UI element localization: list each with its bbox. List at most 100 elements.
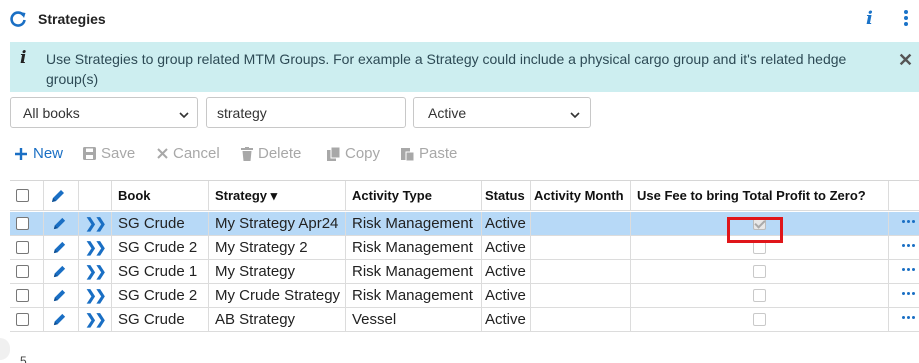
table-row[interactable]: ❯❯ SG Crude 2 My Crude Strategy Risk Manage… [10, 284, 919, 308]
row-select-cell [10, 260, 44, 283]
refresh-icon[interactable] [8, 9, 28, 29]
cell-strategy[interactable]: My Crude Strategy [209, 284, 346, 307]
use-fee-checkbox[interactable] [753, 265, 766, 278]
row-more-icon[interactable] [902, 244, 915, 247]
row-checkbox[interactable] [16, 217, 29, 230]
cell-activity-month[interactable] [531, 212, 631, 235]
pencil-icon[interactable] [52, 240, 67, 255]
column-header-activity-month[interactable]: Activity Month [531, 181, 631, 210]
column-header-status[interactable]: Status [482, 181, 531, 210]
table-row[interactable]: ❯❯ SG Crude 1 My Strategy Risk Management Ac… [10, 260, 919, 284]
column-header-activity-type[interactable]: Activity Type [346, 181, 482, 210]
use-fee-checkbox[interactable] [753, 313, 766, 326]
pencil-icon[interactable] [52, 216, 67, 231]
save-button[interactable]: Save [83, 145, 135, 162]
double-chevron-right-icon[interactable]: ❯❯ [85, 263, 107, 280]
column-header-use-fee[interactable]: Use Fee to bring Total Profit to Zero? [631, 181, 889, 210]
pencil-icon[interactable] [50, 188, 66, 204]
column-header-strategy[interactable]: Strategy ▾ [209, 181, 346, 210]
search-input-value: strategy [217, 105, 267, 121]
row-more-icon[interactable] [902, 292, 915, 295]
info-icon[interactable]: i [866, 8, 873, 29]
cell-strategy[interactable]: AB Strategy [209, 308, 346, 331]
pencil-icon[interactable] [52, 312, 67, 327]
cell-strategy[interactable]: My Strategy Apr24 [209, 212, 346, 235]
cell-activity-month[interactable] [531, 236, 631, 259]
row-more-icon[interactable] [902, 316, 915, 319]
pencil-icon[interactable] [52, 288, 67, 303]
cell-book[interactable]: SG Crude [112, 308, 209, 331]
books-select[interactable]: All books [10, 97, 198, 128]
search-input[interactable]: strategy [206, 97, 406, 128]
row-more-icon[interactable] [902, 220, 915, 223]
chevron-down-icon [570, 107, 580, 119]
record-count-value: 5 [20, 354, 27, 363]
cell-activity-type[interactable]: Risk Management [346, 236, 482, 259]
row-checkbox[interactable] [16, 265, 29, 278]
cancel-button[interactable]: Cancel [157, 145, 220, 162]
row-checkbox[interactable] [16, 313, 29, 326]
title-bar: Strategies i [0, 0, 919, 38]
row-actions-cell [889, 308, 919, 331]
double-chevron-right-icon[interactable]: ❯❯ [85, 311, 107, 328]
cell-activity-type[interactable]: Risk Management [346, 212, 482, 235]
row-select-cell [10, 284, 44, 307]
paste-button[interactable]: Paste [401, 145, 457, 162]
cell-activity-month[interactable] [531, 260, 631, 283]
row-edit-cell [44, 260, 79, 283]
more-options-icon[interactable] [900, 8, 912, 30]
trash-icon [241, 146, 253, 161]
cell-book[interactable]: SG Crude [112, 212, 209, 235]
table-row[interactable]: ❯❯ SG Crude AB Strategy Vessel Active [10, 308, 919, 332]
save-icon [83, 147, 96, 160]
cell-status[interactable]: Active [482, 212, 531, 235]
strategies-table: Book Strategy ▾ Activity Type Status Act… [10, 180, 919, 332]
use-fee-checkbox[interactable] [753, 289, 766, 302]
cell-activity-month[interactable] [531, 284, 631, 307]
close-icon[interactable]: ✕ [898, 50, 913, 71]
cell-status[interactable]: Active [482, 284, 531, 307]
cell-strategy[interactable]: My Strategy [209, 260, 346, 283]
cell-activity-type[interactable]: Risk Management [346, 260, 482, 283]
cell-activity-month[interactable] [531, 308, 631, 331]
copy-button[interactable]: Copy [327, 145, 380, 162]
select-all-checkbox[interactable] [16, 189, 29, 202]
cell-activity-type[interactable]: Vessel [346, 308, 482, 331]
cell-status[interactable]: Active [482, 236, 531, 259]
cell-use-fee [631, 260, 889, 283]
row-checkbox[interactable] [16, 289, 29, 302]
row-more-icon[interactable] [902, 268, 915, 271]
column-header-book[interactable]: Book [112, 181, 209, 210]
cell-book[interactable]: SG Crude 1 [112, 260, 209, 283]
cell-status[interactable]: Active [482, 308, 531, 331]
row-edit-cell [44, 284, 79, 307]
highlight-box [727, 217, 783, 243]
row-edit-cell [44, 212, 79, 235]
status-select[interactable]: Active [413, 97, 591, 128]
delete-button[interactable]: Delete [241, 145, 301, 162]
cell-use-fee [631, 308, 889, 331]
row-actions-cell [889, 284, 919, 307]
cell-book[interactable]: SG Crude 2 [112, 284, 209, 307]
copy-button-label: Copy [345, 145, 381, 162]
cell-book[interactable]: SG Crude 2 [112, 236, 209, 259]
side-panel-handle[interactable] [0, 338, 10, 360]
row-select-cell [10, 308, 44, 331]
pencil-icon[interactable] [52, 264, 67, 279]
row-select-cell [10, 236, 44, 259]
info-icon: i [20, 48, 27, 68]
cell-activity-type[interactable]: Risk Management [346, 284, 482, 307]
row-expand-cell: ❯❯ [79, 308, 112, 331]
double-chevron-right-icon[interactable]: ❯❯ [85, 215, 107, 232]
cell-status[interactable]: Active [482, 260, 531, 283]
paste-icon [401, 147, 414, 161]
double-chevron-right-icon[interactable]: ❯❯ [85, 239, 107, 256]
row-edit-cell [44, 236, 79, 259]
row-select-cell [10, 212, 44, 235]
double-chevron-right-icon[interactable]: ❯❯ [85, 287, 107, 304]
new-button[interactable]: New [14, 145, 63, 162]
row-expand-cell: ❯❯ [79, 212, 112, 235]
cell-strategy[interactable]: My Strategy 2 [209, 236, 346, 259]
row-checkbox[interactable] [16, 241, 29, 254]
row-expand-cell: ❯❯ [79, 236, 112, 259]
